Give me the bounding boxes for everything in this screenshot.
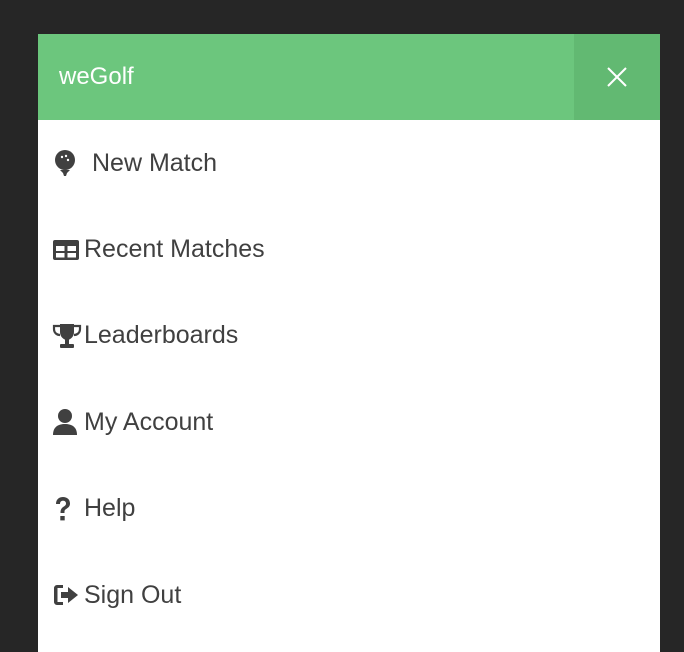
- menu-item-recent-matches[interactable]: Recent Matches: [38, 206, 660, 292]
- menu-item-label: My Account: [84, 407, 214, 436]
- menu-item-sign-out[interactable]: Sign Out: [38, 552, 660, 638]
- golf-ball-icon: [52, 148, 84, 178]
- sign-out-icon: [52, 580, 84, 610]
- close-icon: [607, 67, 627, 87]
- menu-item-label: New Match: [92, 148, 218, 177]
- close-button[interactable]: [574, 34, 660, 120]
- menu-item-new-match[interactable]: New Match: [38, 120, 660, 206]
- menu-item-leaderboards[interactable]: Leaderboards: [38, 293, 660, 379]
- menu-item-label: Leaderboards: [84, 321, 239, 350]
- nav-drawer: weGolf New Match Recent Matches Leaderbo…: [38, 34, 660, 652]
- nav-menu: New Match Recent Matches Leaderboards My…: [38, 120, 660, 638]
- question-icon: [52, 494, 84, 524]
- menu-item-label: Help: [84, 494, 136, 523]
- menu-item-help[interactable]: Help: [38, 466, 660, 552]
- drawer-header: weGolf: [38, 34, 660, 120]
- brand-title[interactable]: weGolf: [59, 34, 134, 120]
- menu-item-my-account[interactable]: My Account: [38, 379, 660, 465]
- table-icon: [52, 235, 84, 265]
- menu-item-label: Sign Out: [84, 580, 182, 609]
- user-icon: [52, 407, 84, 437]
- menu-item-label: Recent Matches: [84, 235, 265, 264]
- trophy-icon: [52, 321, 84, 351]
